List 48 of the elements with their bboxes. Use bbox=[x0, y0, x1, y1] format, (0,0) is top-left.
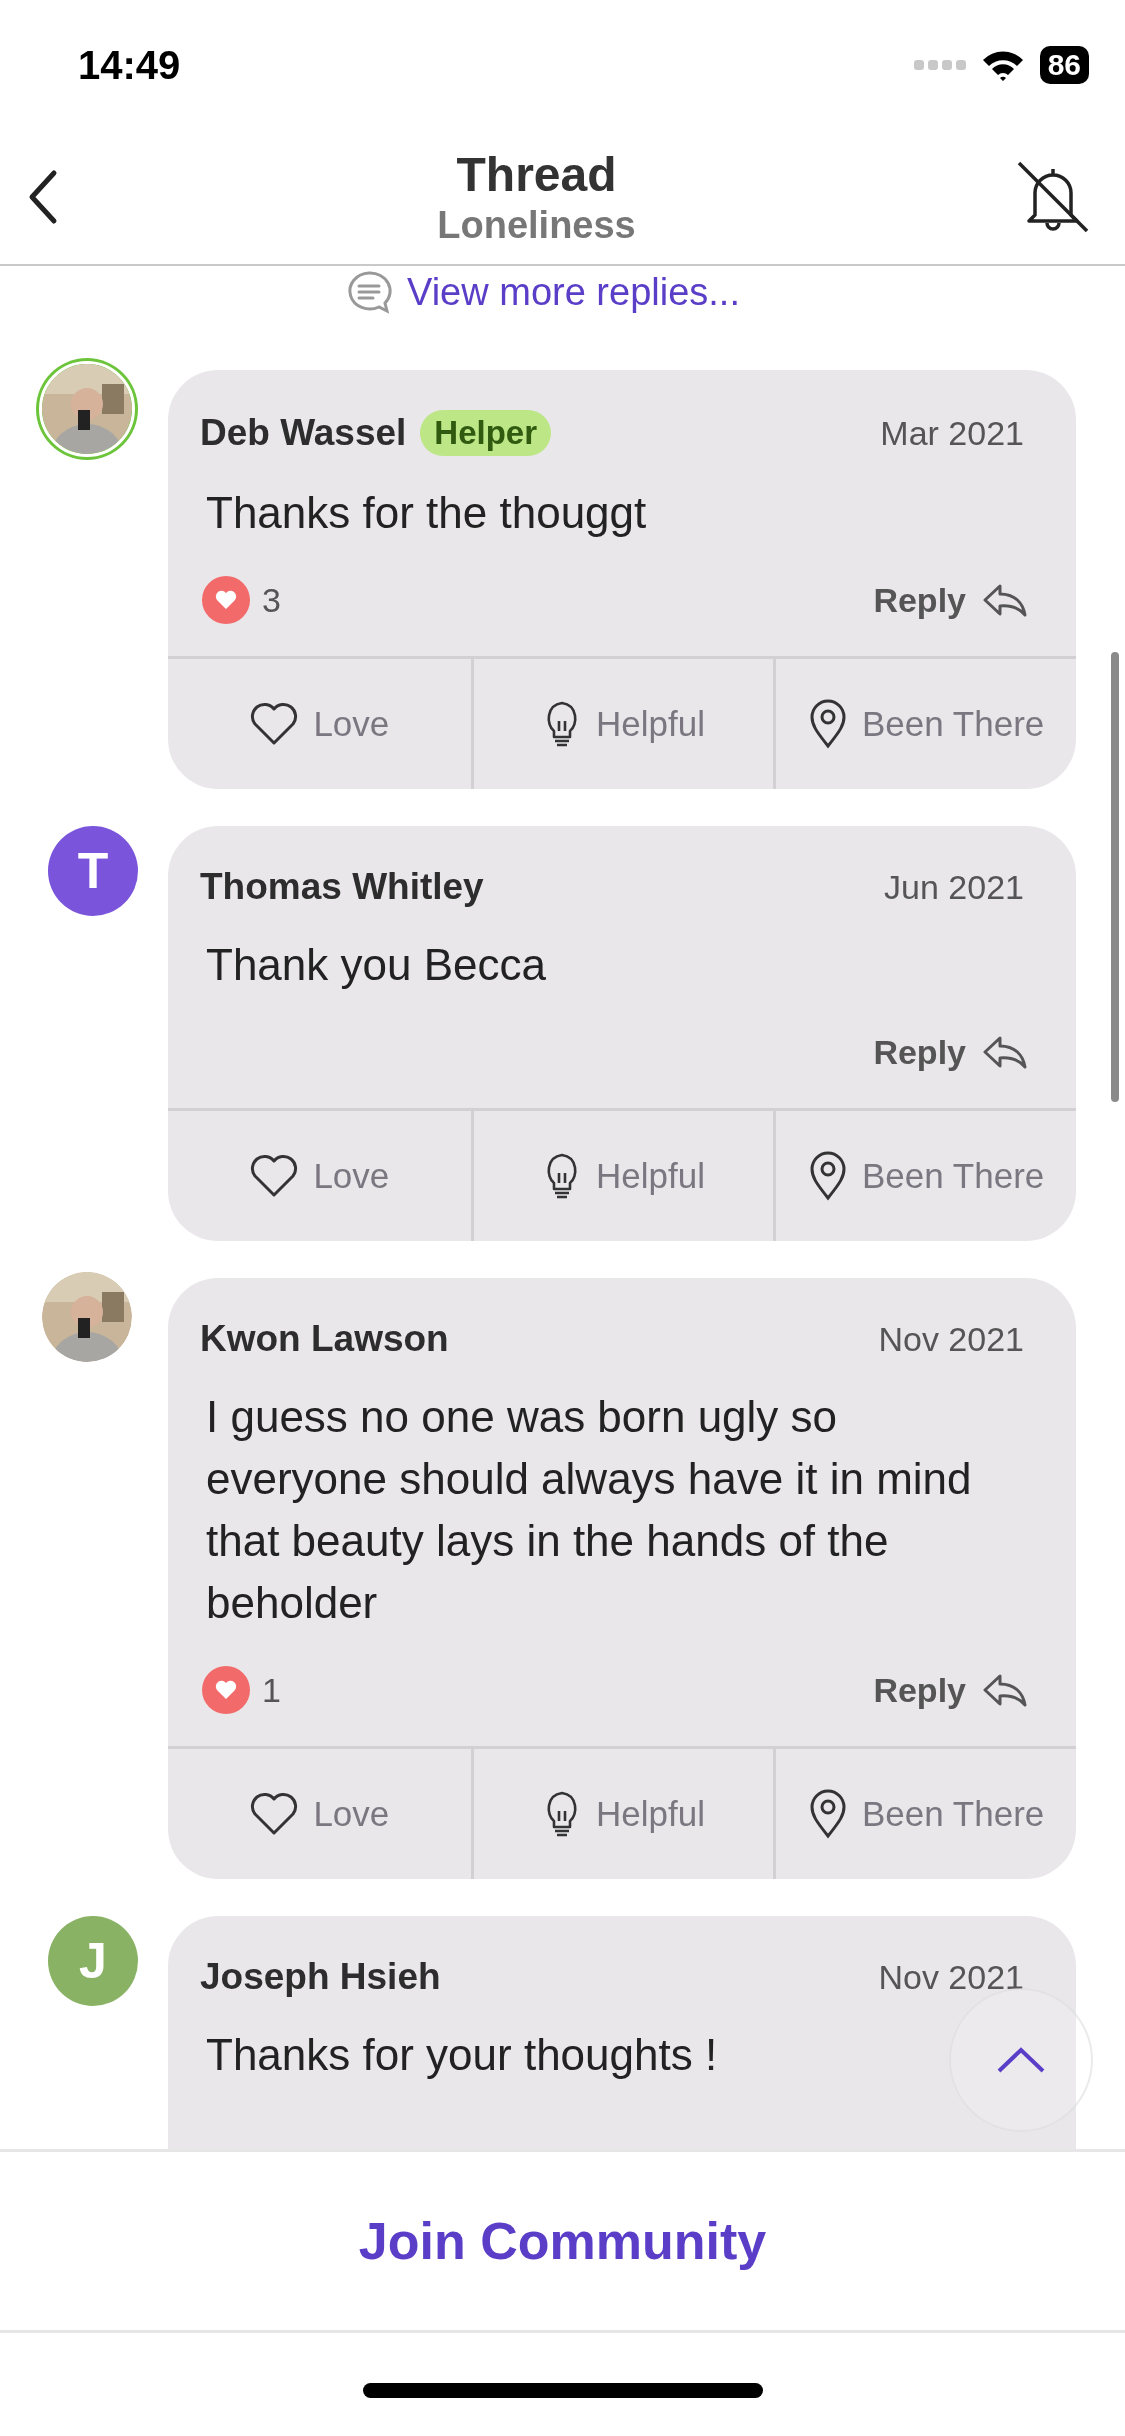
reply-icon bbox=[982, 582, 1028, 618]
love-count: 3 bbox=[262, 580, 281, 620]
been-there-button[interactable]: Been There bbox=[773, 1749, 1076, 1879]
comment-text: I guess no one was born ugly so everyone should always have it in mind that beauty lays in the hands of the beholder bbox=[206, 1391, 973, 1629]
reply-button[interactable]: Reply bbox=[873, 580, 1028, 620]
comment-icon bbox=[345, 270, 393, 314]
avatar[interactable]: T bbox=[48, 826, 138, 916]
heart-icon bbox=[249, 701, 300, 747]
thread-title: Thread bbox=[456, 147, 617, 203]
comment-text: Thanks for the thouggt bbox=[206, 487, 648, 539]
comment-text: Thank you Becca bbox=[206, 939, 547, 991]
helpful-button[interactable]: Helpful bbox=[470, 1111, 774, 1241]
chevron-up-icon bbox=[996, 2046, 1046, 2074]
reply-icon bbox=[982, 1672, 1028, 1708]
post-date: Nov 2021 bbox=[878, 1957, 1024, 1997]
comment-text: Thanks for your thoughts ! bbox=[206, 2029, 719, 2081]
author-name[interactable]: Joseph Hsieh bbox=[200, 1956, 441, 1998]
join-community-button[interactable]: Join Community bbox=[352, 2210, 773, 2272]
author-name[interactable]: Kwon Lawson bbox=[200, 1318, 449, 1360]
post-date: Jun 2021 bbox=[884, 867, 1024, 907]
helpful-button[interactable]: Helpful bbox=[470, 1749, 774, 1879]
been-there-button[interactable]: Been There bbox=[773, 1111, 1076, 1241]
reply-button[interactable]: Reply bbox=[873, 1670, 1028, 1710]
post-date: Nov 2021 bbox=[878, 1319, 1024, 1359]
post-date: Mar 2021 bbox=[880, 413, 1024, 453]
heart-icon bbox=[249, 1791, 300, 1837]
map-pin-icon bbox=[808, 699, 848, 749]
love-count: 1 bbox=[262, 1670, 281, 1710]
cellular-signal-icon bbox=[913, 58, 966, 72]
reply-icon bbox=[982, 1034, 1028, 1070]
love-button[interactable]: Love bbox=[168, 1111, 471, 1241]
author-name[interactable]: Deb Wassel bbox=[200, 412, 407, 454]
back-icon[interactable] bbox=[28, 169, 58, 225]
helper-badge: Helper bbox=[420, 410, 552, 456]
thread-subtitle: Loneliness bbox=[437, 203, 636, 247]
helpful-button[interactable]: Helpful bbox=[470, 659, 774, 789]
love-button[interactable]: Love bbox=[168, 1749, 471, 1879]
map-pin-icon bbox=[808, 1789, 848, 1839]
bell-off-icon[interactable] bbox=[1015, 159, 1091, 235]
heart-icon bbox=[249, 1153, 300, 1199]
view-more-replies-link[interactable]: View more replies... bbox=[407, 270, 740, 314]
map-pin-icon bbox=[808, 1151, 848, 1201]
reply-button[interactable]: Reply bbox=[873, 1032, 1028, 1072]
been-there-button[interactable]: Been There bbox=[773, 659, 1076, 789]
battery-indicator: 86 bbox=[1039, 46, 1089, 84]
status-time: 14:49 bbox=[78, 42, 181, 88]
love-button[interactable]: Love bbox=[168, 659, 471, 789]
author-name[interactable]: Thomas Whitley bbox=[200, 866, 484, 908]
